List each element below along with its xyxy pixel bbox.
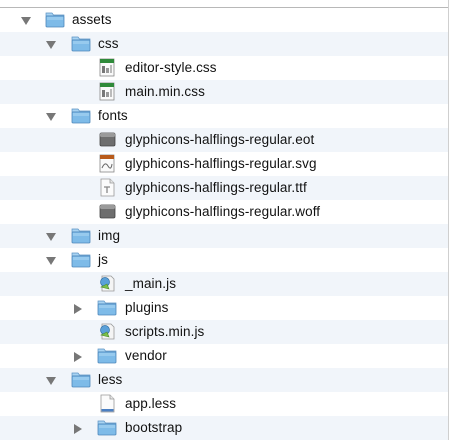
svg-file-icon (97, 154, 117, 173)
tree-item-label: glyphicons-halflings-regular.woff (125, 204, 321, 219)
tree-row-app-less[interactable]: app.less (0, 392, 449, 416)
file-browser: assets css editor-style.css main.min.css… (0, 0, 449, 440)
disclosure-expanded-icon[interactable] (45, 39, 56, 50)
tree-row-js[interactable]: js (0, 248, 449, 272)
disclosure-expanded-icon[interactable] (45, 111, 56, 122)
tree-row-glyphicons-eot[interactable]: glyphicons-halflings-regular.eot (0, 128, 449, 152)
tree-row-css[interactable]: css (0, 32, 449, 56)
disclosure-collapsed-icon[interactable] (72, 303, 83, 314)
tree-row-glyphicons-woff[interactable]: glyphicons-halflings-regular.woff (0, 200, 449, 224)
tree-item-label: img (98, 228, 121, 243)
css-file-icon (97, 82, 117, 101)
tree-item-label: glyphicons-halflings-regular.ttf (125, 180, 307, 195)
document-icon (97, 394, 117, 413)
disclosure-collapsed-icon[interactable] (72, 423, 83, 434)
tree-row-scripts-min-js[interactable]: scripts.min.js (0, 320, 449, 344)
disclosure-collapsed-icon[interactable] (72, 351, 83, 362)
folder-icon (71, 250, 91, 269)
tree-row-editor-style-css[interactable]: editor-style.css (0, 56, 449, 80)
font-file-icon (97, 130, 117, 149)
disclosure-expanded-icon[interactable] (45, 255, 56, 266)
tree-item-label: less (98, 372, 123, 387)
tree-item-label: bootstrap (125, 420, 183, 435)
folder-icon (45, 10, 65, 29)
font-file-icon (97, 202, 117, 221)
folder-icon (71, 34, 91, 53)
tree-item-label: fonts (98, 108, 128, 123)
js-file-icon (97, 322, 117, 341)
tree-row-fonts[interactable]: fonts (0, 104, 449, 128)
tree-row-assets[interactable]: assets (0, 7, 449, 32)
tree-row-glyphicons-ttf[interactable]: glyphicons-halflings-regular.ttf (0, 176, 449, 200)
folder-icon (71, 226, 91, 245)
tree-row-glyphicons-svg[interactable]: glyphicons-halflings-regular.svg (0, 152, 449, 176)
tree-item-label: assets (72, 12, 112, 27)
tree-item-label: scripts.min.js (125, 324, 205, 339)
tree-row-plugins[interactable]: plugins (0, 296, 449, 320)
disclosure-expanded-icon[interactable] (45, 375, 56, 386)
tree-item-label: js (98, 252, 108, 267)
tree-row-bootstrap[interactable]: bootstrap (0, 416, 449, 440)
tree-row-vendor[interactable]: vendor (0, 344, 449, 368)
folder-icon (71, 106, 91, 125)
folder-icon (97, 298, 117, 317)
folder-icon (97, 346, 117, 365)
tree-item-label: main.min.css (125, 84, 205, 99)
disclosure-expanded-icon[interactable] (20, 15, 31, 26)
tree-item-label: vendor (125, 348, 167, 363)
folder-icon (71, 370, 91, 389)
tree-item-label: css (98, 36, 119, 51)
tree-row-main-min-css[interactable]: main.min.css (0, 80, 449, 104)
tree-row-less[interactable]: less (0, 368, 449, 392)
tree-row-main-js[interactable]: _main.js (0, 272, 449, 296)
disclosure-expanded-icon[interactable] (45, 231, 56, 242)
folder-icon (97, 418, 117, 437)
tree-item-label: plugins (125, 300, 169, 315)
tree-item-label: app.less (125, 396, 177, 411)
tree-row-img[interactable]: img (0, 224, 449, 248)
ttf-file-icon (97, 178, 117, 197)
tree-item-label: _main.js (125, 276, 177, 291)
tree-item-label: editor-style.css (125, 60, 217, 75)
tree-item-label: glyphicons-halflings-regular.svg (125, 156, 317, 171)
css-file-icon (97, 58, 117, 77)
tree-item-label: glyphicons-halflings-regular.eot (125, 132, 315, 147)
js-file-icon (97, 274, 117, 293)
